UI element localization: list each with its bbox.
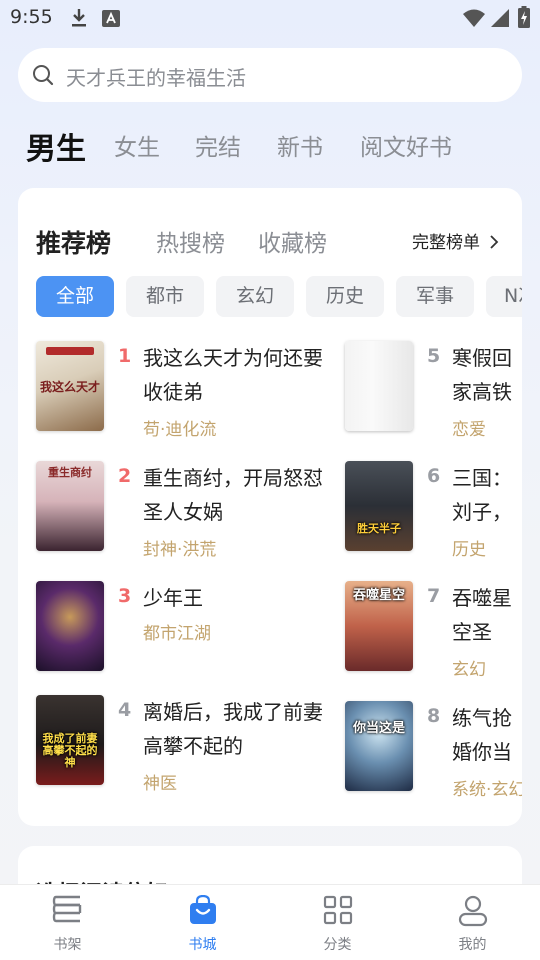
book-cover [36,581,104,671]
rank-number: 4 [118,699,132,721]
nav-store[interactable]: 书城 [135,885,270,960]
tab-female[interactable]: 女生 [114,128,160,162]
rank-number: 1 [118,345,132,367]
book-cover [345,341,413,431]
book-category: 玄幻 [452,660,486,680]
nav-label: 书架 [53,937,82,953]
ranking-card: 推荐榜 热搜榜 收藏榜 完整榜单 全部 都市 玄幻 历史 军事 N次 我这么天才… [18,188,522,826]
tab-good-books[interactable]: 阅文好书 [360,128,452,162]
chip-urban[interactable]: 都市 [126,276,204,317]
tab-favorite-rank[interactable]: 收藏榜 [258,224,327,258]
search-placeholder: 天才兵王的幸福生活 [66,66,246,90]
book-title: 我这么天才为何还要收徒弟 [143,346,323,404]
book-title: 三国：刘子，你管 [452,466,512,524]
profile-icon [458,895,487,927]
tab-male[interactable]: 男生 [26,124,86,168]
book-cover: 吞噬星空 [345,581,413,671]
nav-profile[interactable]: 我的 [405,885,540,960]
book-category: 系统·玄幻 [452,780,522,800]
tab-recommend-rank[interactable]: 推荐榜 [36,224,111,260]
rank-number: 3 [118,585,132,607]
search-bar[interactable]: 天才兵王的幸福生活 [18,48,522,102]
book-title: 少年王 [143,586,203,610]
notification-a-icon [102,10,120,27]
bookshelf-icon [52,895,81,923]
full-list-link[interactable]: 完整榜单 [412,228,499,253]
search-icon [33,65,54,86]
book-category: 神医 [143,774,177,794]
nav-label: 书城 [188,937,217,953]
rank-number: 8 [427,705,441,727]
wifi-icon [463,9,485,27]
book-title: 练气抢婚你当这是 [452,706,512,764]
book-cover: 我成了前妻高攀不起的神 [36,695,104,785]
chip-fantasy[interactable]: 玄幻 [216,276,294,317]
chip-nth[interactable]: N次 [486,276,522,317]
tab-new-books[interactable]: 新书 [277,128,323,162]
download-icon [72,9,86,27]
rank-number: 6 [427,465,441,487]
full-list-label: 完整榜单 [412,233,480,253]
nav-label: 分类 [323,937,352,953]
book-cover: 胜天半子 [345,461,413,551]
chip-military[interactable]: 军事 [396,276,474,317]
battery-icon [518,6,530,28]
book-category: 恋爱 [452,420,486,440]
rank-number: 7 [427,585,441,607]
chip-history[interactable]: 历史 [306,276,384,317]
rank-number: 5 [427,345,441,367]
status-bar: 9:55 [0,0,540,38]
book-title: 寒假回家高铁偶遇 [452,346,512,404]
nav-category[interactable]: 分类 [270,885,405,960]
signal-icon [491,9,509,27]
status-time: 9:55 [10,6,53,28]
book-title: 离婚后，我成了前妻高攀不起的 [143,700,323,758]
book-title: 重生商纣，开局怒怼圣人女娲 [143,466,323,524]
book-cover: 重生商纣 [36,461,104,551]
book-title: 吞噬星空圣 [452,586,512,644]
book-category: 都市江湖 [143,624,211,644]
tab-completed[interactable]: 完结 [195,128,241,162]
store-bag-icon [189,895,216,924]
chip-all[interactable]: 全部 [36,276,114,317]
nav-label: 我的 [458,937,487,953]
book-category: 历史 [452,540,486,560]
chevron-right-icon [490,235,499,249]
tab-hot-search-rank[interactable]: 热搜榜 [156,224,225,258]
rank-number: 2 [118,465,132,487]
book-cover: 我这么天才 [36,341,104,431]
book-category: 苟·迪化流 [143,420,217,440]
book-cover: 你当这是 [345,701,413,791]
bottom-nav: 书架 书城 分类 我的 [0,884,540,960]
nav-bookshelf[interactable]: 书架 [0,885,135,960]
book-category: 封神·洪荒 [143,540,217,560]
grid-icon [323,895,352,925]
